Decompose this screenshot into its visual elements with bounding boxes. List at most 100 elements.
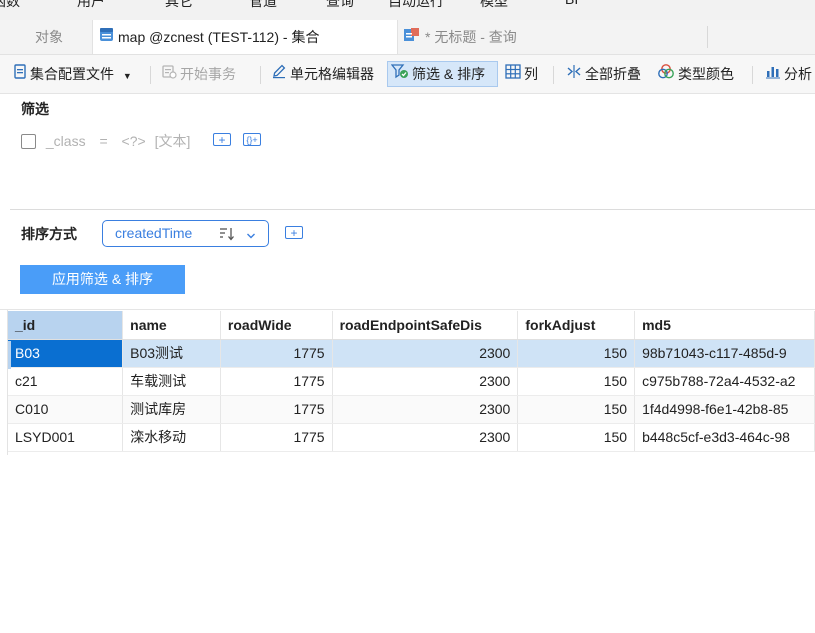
cell-name[interactable]: B03测试 — [122, 339, 221, 368]
menu-item-model[interactable]: 模型 — [480, 0, 508, 11]
column-header-roadwide[interactable]: roadWide — [220, 311, 333, 340]
column-header-fork-adjust[interactable]: forkAdjust — [517, 311, 636, 340]
menu-item-bi[interactable]: BI — [565, 0, 578, 7]
section-divider — [10, 209, 815, 210]
column-header-id[interactable]: _id — [8, 311, 124, 340]
analyze-button[interactable]: 分析 — [762, 61, 815, 87]
add-filter-group-button[interactable]: {}+ — [243, 133, 261, 146]
columns-icon — [505, 61, 521, 87]
cell-md5[interactable]: 98b71043-c117-485d-9 — [634, 339, 815, 368]
filter-field[interactable]: _class — [46, 133, 86, 149]
cell-roadwide[interactable]: 1775 — [220, 367, 333, 396]
tab-collection-label: map @zcnest (TEST-112) - 集合 — [118, 29, 320, 45]
filter-sort-label: 筛选 & 排序 — [412, 66, 486, 82]
cell-fork-adjust[interactable]: 150 — [517, 395, 636, 424]
collection-icon — [99, 20, 114, 54]
document-icon — [13, 61, 27, 87]
data-grid: _id name roadWide roadEndpointSafeDis fo… — [0, 309, 815, 633]
tab-untitled-query[interactable]: * 无标题 - 查询 — [403, 20, 517, 54]
tab-divider — [707, 26, 708, 48]
add-filter-button[interactable]: + — [213, 133, 231, 146]
type-color-button[interactable]: 类型颜色 — [654, 61, 737, 87]
toolbar-separator — [260, 66, 261, 84]
cell-id[interactable]: C010 — [8, 395, 124, 424]
menu-item-other[interactable]: 其它 — [165, 0, 193, 11]
filter-sort-button[interactable]: 筛选 & 排序 — [387, 61, 498, 87]
table-row[interactable]: c21 车载测试 1775 2300 150 c975b788-72a4-453… — [8, 367, 815, 396]
tab-query-label: * 无标题 - 查询 — [425, 29, 517, 45]
table-header-row: _id name roadWide roadEndpointSafeDis fo… — [8, 311, 815, 340]
cell-name[interactable]: 测试库房 — [122, 395, 221, 424]
tab-objects[interactable]: 对象 — [35, 20, 63, 54]
filter-enable-checkbox[interactable] — [21, 133, 36, 149]
sort-section-title: 排序方式 — [21, 226, 77, 242]
menu-item-automation[interactable]: 自动运行 — [388, 0, 444, 11]
cell-md5[interactable]: 1f4d4998-f6e1-42b8-85 — [634, 395, 815, 424]
cell-road-endpoint-safe-dis[interactable]: 2300 — [332, 367, 519, 396]
cell-id[interactable]: LSYD001 — [8, 423, 124, 452]
cell-roadwide[interactable]: 1775 — [220, 395, 333, 424]
columns-button[interactable]: 列 — [502, 61, 541, 87]
menu-item-functions[interactable]: 函数 — [0, 0, 20, 11]
collection-config-button[interactable]: 集合配置文件 ▼ — [10, 61, 135, 87]
collection-config-label: 集合配置文件 — [30, 66, 114, 82]
bar-chart-icon — [765, 61, 781, 87]
results-table: _id name roadWide roadEndpointSafeDis fo… — [8, 311, 815, 452]
apply-filter-sort-button[interactable]: 应用筛选 & 排序 — [20, 265, 185, 294]
cell-name[interactable]: 车载测试 — [122, 367, 221, 396]
menu-item-query[interactable]: 查询 — [326, 0, 354, 11]
analyze-label: 分析 — [784, 66, 812, 82]
query-icon — [403, 20, 421, 54]
cell-road-endpoint-safe-dis[interactable]: 2300 — [332, 395, 519, 424]
cell-fork-adjust[interactable]: 150 — [517, 339, 636, 368]
filter-condition-row: _class = <?> [文本] — [21, 131, 190, 149]
menu-item-users[interactable]: 用户 — [77, 0, 105, 11]
column-header-name[interactable]: name — [122, 311, 221, 340]
transaction-icon — [161, 61, 177, 87]
add-sort-button[interactable]: + — [285, 226, 303, 239]
filter-icon — [390, 62, 409, 86]
cell-fork-adjust[interactable]: 150 — [517, 423, 636, 452]
cell-roadwide[interactable]: 1775 — [220, 339, 333, 368]
cell-road-endpoint-safe-dis[interactable]: 2300 — [332, 423, 519, 452]
toolbar: 集合配置文件 ▼ 开始事务 单元格编辑器 筛选 & 排序 列 全部折叠 类型颜色 — [0, 55, 815, 94]
table-row[interactable]: C010 测试库房 1775 2300 150 1f4d4998-f6e1-42… — [8, 395, 815, 424]
table-row[interactable]: B03 B03测试 1775 2300 150 98b71043-c117-48… — [8, 339, 815, 368]
sort-field-select[interactable]: createdTime — [102, 220, 269, 247]
toolbar-separator — [752, 66, 753, 84]
type-color-label: 类型颜色 — [678, 66, 734, 82]
table-row[interactable]: LSYD001 滦水移动 1775 2300 150 b448c5cf-e3d3… — [8, 423, 815, 452]
filter-operator[interactable]: = — [99, 133, 107, 149]
column-header-road-endpoint-safe-dis[interactable]: roadEndpointSafeDis — [332, 311, 519, 340]
cell-md5[interactable]: c975b788-72a4-4532-a2 — [634, 367, 815, 396]
collapse-all-label: 全部折叠 — [585, 66, 641, 82]
cell-editor-button[interactable]: 单元格编辑器 — [268, 61, 377, 87]
column-header-md5[interactable]: md5 — [634, 311, 815, 340]
begin-transaction-label: 开始事务 — [180, 66, 236, 82]
cell-md5[interactable]: b448c5cf-e3d3-464c-98 — [634, 423, 815, 452]
cell-roadwide[interactable]: 1775 — [220, 423, 333, 452]
filter-section-title: 筛选 — [21, 101, 49, 117]
toolbar-separator — [150, 66, 151, 84]
cell-editor-label: 单元格编辑器 — [290, 66, 374, 82]
chevron-down-icon — [246, 228, 256, 244]
filter-value-type[interactable]: [文本] — [155, 133, 191, 149]
filter-value[interactable]: <?> — [122, 133, 146, 149]
sort-desc-icon — [219, 226, 235, 245]
cell-name[interactable]: 滦水移动 — [122, 423, 221, 452]
cell-id[interactable]: c21 — [8, 367, 124, 396]
menu-bar: 函数 用户 其它 管道 查询 自动运行 模型 BI — [0, 0, 815, 20]
tab-objects-label: 对象 — [35, 29, 63, 45]
tab-collection-map[interactable]: map @zcnest (TEST-112) - 集合 — [92, 20, 398, 54]
cell-road-endpoint-safe-dis[interactable]: 2300 — [332, 339, 519, 368]
menu-item-pipeline[interactable]: 管道 — [249, 0, 277, 11]
collapse-all-button[interactable]: 全部折叠 — [563, 61, 644, 87]
toolbar-separator — [553, 66, 554, 84]
cell-fork-adjust[interactable]: 150 — [517, 367, 636, 396]
edit-icon — [271, 61, 287, 87]
begin-transaction-button[interactable]: 开始事务 — [158, 61, 239, 87]
sort-field-value: createdTime — [115, 225, 193, 241]
color-palette-icon — [657, 61, 675, 87]
cell-id[interactable]: B03 — [8, 339, 124, 368]
chevron-down-icon: ▼ — [122, 71, 132, 81]
